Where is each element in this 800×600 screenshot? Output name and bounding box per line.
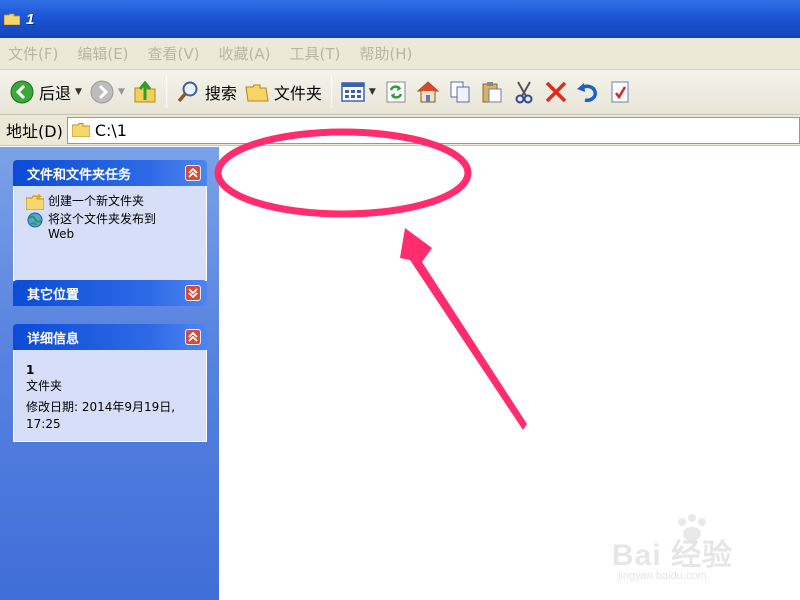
details-type: 文件夹	[26, 379, 63, 393]
window-title: 1	[26, 10, 35, 28]
folders-label: 文件夹	[273, 84, 322, 103]
toolbar: 后退 ▼ ▼ 搜索 文件夹 ▼	[0, 70, 800, 115]
refresh-icon	[386, 81, 406, 103]
details-modified: 修改日期: 2014年9月19日,	[26, 400, 176, 414]
copy-to-button[interactable]	[444, 74, 476, 110]
paste-button[interactable]	[476, 74, 508, 110]
collapse-up-icon[interactable]	[185, 165, 201, 181]
forward-arrow-icon	[90, 80, 114, 104]
address-label: 地址(D)	[6, 122, 63, 141]
baidu-watermark: Bai 经验 jingyan.baidu.com	[612, 514, 762, 590]
expand-down-icon[interactable]	[185, 285, 201, 301]
views-button[interactable]: ▼	[337, 74, 380, 110]
copy-icon	[450, 81, 470, 103]
toolbar-separator	[165, 76, 167, 108]
folders-icon	[245, 84, 269, 102]
other-places-title: 其它位置	[27, 287, 80, 303]
folder-icon	[71, 123, 90, 137]
search-button[interactable]: 搜索	[172, 74, 241, 110]
back-button[interactable]: 后退 ▼	[6, 74, 86, 110]
menu-tools[interactable]: 工具(T)	[289, 43, 340, 64]
properties-icon	[611, 81, 629, 103]
folders-button[interactable]: 文件夹	[241, 74, 326, 110]
menu-file[interactable]: 文件(F)	[8, 43, 58, 64]
file-folder-tasks-header[interactable]: 文件和文件夹任务	[13, 160, 207, 186]
back-arrow-icon	[10, 80, 34, 104]
other-places-header[interactable]: 其它位置	[13, 280, 207, 306]
title-bar: 1	[0, 0, 800, 38]
menu-edit[interactable]: 编辑(E)	[77, 43, 128, 64]
file-folder-tasks-body: 创建一个新文件夹 将这个文件夹发布到 Web	[13, 186, 207, 281]
file-folder-tasks-title: 文件和文件夹任务	[27, 167, 132, 183]
address-input[interactable]: C:\1	[66, 116, 800, 144]
task-pane: 文件和文件夹任务 创建一个新文件夹 将这个文件夹发布到 Web 其它位置 详细信…	[0, 147, 219, 600]
forward-dropdown-icon[interactable]: ▼	[118, 87, 125, 97]
publish-web-icon	[27, 212, 43, 228]
address-path: C:\1	[94, 120, 127, 140]
undo-button[interactable]	[572, 74, 604, 110]
back-dropdown-icon[interactable]: ▼	[75, 87, 82, 97]
new-folder-icon	[26, 194, 44, 210]
views-icon	[341, 82, 365, 102]
details-name: 1	[26, 363, 35, 377]
delete-x-icon	[545, 81, 567, 103]
undo-icon	[576, 83, 597, 103]
address-bar: 地址(D) C:\1	[0, 115, 800, 146]
file-folder-tasks-panel: 文件和文件夹任务 创建一个新文件夹 将这个文件夹发布到 Web	[13, 160, 207, 281]
cut-button[interactable]	[508, 74, 540, 110]
home-button[interactable]	[412, 74, 444, 110]
task-new-folder[interactable]: 创建一个新文件夹	[26, 194, 196, 210]
watermark-url: jingyan.baidu.com	[618, 570, 707, 582]
menu-bar: 文件(F) 编辑(E) 查看(V) 收藏(A) 工具(T) 帮助(H)	[0, 38, 800, 70]
details-modified-time: 17:25	[26, 417, 61, 431]
task-new-folder-label: 创建一个新文件夹	[48, 194, 145, 208]
details-title: 详细信息	[27, 331, 80, 347]
toolbar-separator	[330, 76, 332, 108]
up-button[interactable]	[129, 74, 161, 110]
forward-button[interactable]: ▼	[86, 74, 129, 110]
delete-button[interactable]	[540, 74, 572, 110]
back-label: 后退	[39, 84, 72, 103]
details-body: 1 文件夹 修改日期: 2014年9月19日, 17:25	[13, 350, 207, 442]
refresh-button[interactable]	[380, 74, 412, 110]
views-dropdown-icon[interactable]: ▼	[369, 87, 376, 97]
collapse-up-icon[interactable]	[185, 329, 201, 345]
details-header[interactable]: 详细信息	[13, 324, 207, 350]
menu-view[interactable]: 查看(V)	[148, 43, 200, 64]
folder-up-icon	[134, 80, 156, 103]
search-icon	[177, 81, 198, 103]
details-panel: 详细信息 1 文件夹 修改日期: 2014年9月19日, 17:25	[13, 324, 207, 442]
watermark-brand: Bai 经验	[612, 539, 734, 572]
menu-favorites[interactable]: 收藏(A)	[219, 43, 271, 64]
properties-button[interactable]	[604, 74, 636, 110]
task-publish-web[interactable]: 将这个文件夹发布到 Web	[26, 212, 196, 242]
other-places-panel: 其它位置	[13, 280, 207, 306]
menu-help[interactable]: 帮助(H)	[359, 43, 412, 64]
home-icon	[416, 81, 440, 103]
search-label: 搜索	[204, 84, 237, 103]
task-publish-web-label: 将这个文件夹发布到 Web	[48, 212, 157, 241]
folder-icon	[4, 13, 20, 25]
paste-icon	[482, 82, 502, 103]
scissors-icon	[515, 81, 533, 104]
